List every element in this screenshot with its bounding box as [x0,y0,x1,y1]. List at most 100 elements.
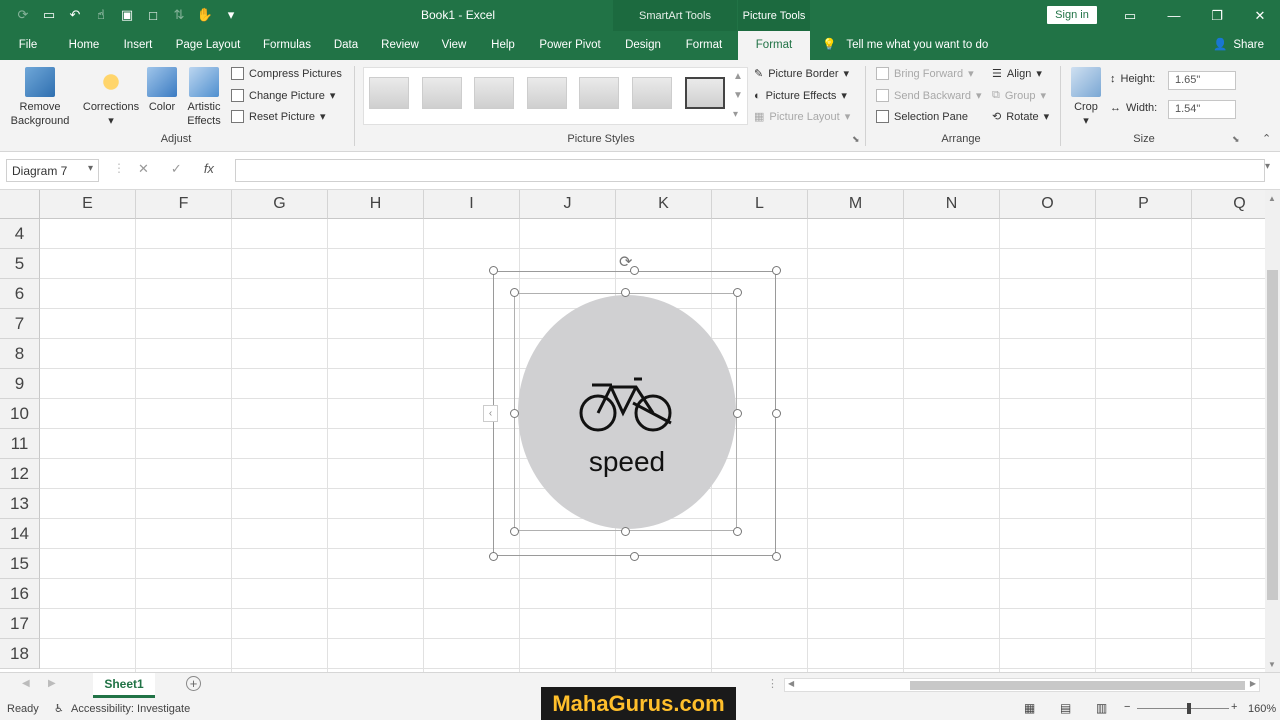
scroll-up-icon[interactable]: ▲ [1268,194,1276,203]
minimize-icon[interactable]: — [1151,0,1197,31]
column-header[interactable]: L [712,190,808,219]
resize-handle[interactable] [772,409,781,418]
close-icon[interactable]: ✕ [1237,0,1280,31]
style-thumb[interactable] [369,77,409,109]
enter-icon[interactable]: ✓ [171,161,182,177]
picture-border-button[interactable]: ✎ Picture Border ▾ [754,67,849,81]
fx-icon[interactable]: fx [204,161,214,177]
row-header[interactable]: 4 [0,219,40,249]
column-header[interactable]: K [616,190,712,219]
resize-handle[interactable] [489,266,498,275]
sign-in-button[interactable]: Sign in [1047,6,1097,24]
undo-icon[interactable]: ↶ [66,6,84,24]
text-pane-toggle-icon[interactable]: ‹ [483,405,498,422]
align-button[interactable]: ☰ Align ▾ [992,67,1042,81]
resize-handle[interactable] [772,266,781,275]
rotate-button[interactable]: ⟲ Rotate ▾ [992,110,1049,124]
style-thumb[interactable] [579,77,619,109]
gallery-scroll[interactable]: ▲ ▼ ▾ [733,67,743,124]
expand-formula-icon[interactable]: ▾ [1265,161,1270,172]
restore-icon[interactable]: ❐ [1194,0,1240,31]
zoom-out-icon[interactable]: − [1124,701,1130,713]
resize-handle[interactable] [510,409,519,418]
autosave-icon[interactable]: ⟳ [14,6,32,24]
split-handle-icon[interactable]: ⋮ [767,677,778,690]
crop-button[interactable]: Crop ▾ [1068,67,1104,128]
worksheet-grid[interactable]: EFGHIJKLMNOPQ 4 5 6 7 8 9 10 11 12 13 14 15 16 17 18 s… [0,190,1265,672]
picture-effects-button[interactable]: ◐ Picture Effects ▾ [754,89,847,103]
width-field[interactable]: 1.54" [1168,100,1236,119]
share-button[interactable]: 👤 Share [1213,31,1264,60]
touch-mode-icon[interactable]: ☝ [92,6,110,24]
artistic-effects-button[interactable]: Artistic Effects [182,67,226,128]
select-all-corner[interactable] [0,190,40,219]
normal-view-icon[interactable]: ▦ [1024,701,1035,715]
sheet-tab[interactable]: Sheet1 [93,673,155,698]
column-header[interactable]: I [424,190,520,219]
picture-styles-gallery[interactable] [363,67,748,125]
horizontal-scrollbar[interactable]: ◀ ▶ [784,678,1260,692]
column-header[interactable]: M [808,190,904,219]
save-icon[interactable]: ▣ [118,6,136,24]
scroll-down-icon[interactable]: ▼ [1268,660,1276,669]
tab-help[interactable]: Help [485,31,521,60]
formula-input[interactable] [235,159,1265,182]
tab-file[interactable]: File [10,31,46,60]
row-header[interactable]: 13 [0,489,40,519]
row-header[interactable]: 16 [0,579,40,609]
resize-handle[interactable] [630,552,639,561]
ribbon-display-icon[interactable]: ▭ [1107,0,1153,31]
row-header[interactable]: 15 [0,549,40,579]
resize-handle[interactable] [733,409,742,418]
sort-icon[interactable]: ⇅ [170,6,188,24]
compress-pictures-button[interactable]: Compress Pictures [231,67,342,80]
tab-insert[interactable]: Insert [117,31,159,60]
send-backward-button[interactable]: Send Backward ▾ [876,89,982,102]
tell-me-search[interactable]: 💡 Tell me what you want to do [822,31,988,60]
column-header[interactable]: F [136,190,232,219]
tab-formulas[interactable]: Formulas [256,31,318,60]
tab-page-layout[interactable]: Page Layout [171,31,245,60]
picture-layout-button[interactable]: ▦ Picture Layout ▾ [754,110,850,124]
tab-data[interactable]: Data [328,31,364,60]
accessibility-status[interactable]: Accessibility: Investigate [71,703,190,715]
row-header[interactable]: 17 [0,609,40,639]
resize-handle[interactable] [510,288,519,297]
remove-background-button[interactable]: Remove Background [8,67,72,128]
row-header[interactable]: 18 [0,639,40,669]
resize-handle[interactable] [489,552,498,561]
row-header[interactable]: 8 [0,339,40,369]
color-button[interactable]: Color [145,67,179,114]
tab-design[interactable]: Design [620,31,666,60]
prev-sheet-icon[interactable]: ◀ [22,678,30,689]
corrections-button[interactable]: Corrections ▾ [80,67,142,128]
resize-handle[interactable] [772,552,781,561]
diagram-label[interactable]: speed [518,446,736,478]
dialog-launcher-icon[interactable]: ⬊ [852,134,860,145]
resize-handle[interactable] [733,527,742,536]
collapse-ribbon-icon[interactable]: ⌃ [1262,132,1271,145]
style-thumb[interactable] [422,77,462,109]
open-icon[interactable]: ▭ [40,6,58,24]
style-thumb[interactable] [632,77,672,109]
style-thumb-selected[interactable] [685,77,725,109]
resize-handle[interactable] [621,288,630,297]
style-thumb[interactable] [527,77,567,109]
tab-format-smartart[interactable]: Format [679,31,729,60]
add-sheet-icon[interactable]: + [186,676,201,691]
change-picture-button[interactable]: Change Picture ▾ [231,89,335,102]
scroll-left-icon[interactable]: ◀ [788,679,794,688]
chevron-down-icon[interactable]: ▾ [88,163,93,174]
customize-qat-icon[interactable]: ▾ [222,6,240,24]
row-header[interactable]: 11 [0,429,40,459]
touch-icon[interactable]: ✋ [196,6,214,24]
column-header[interactable]: J [520,190,616,219]
cancel-icon[interactable]: ✕ [138,161,149,177]
row-header[interactable]: 6 [0,279,40,309]
resize-handle[interactable] [733,288,742,297]
scroll-thumb[interactable] [1267,270,1278,600]
tab-format-picture[interactable]: Format [738,31,810,60]
tab-home[interactable]: Home [62,31,106,60]
resize-handle[interactable] [621,527,630,536]
tab-review[interactable]: Review [377,31,423,60]
